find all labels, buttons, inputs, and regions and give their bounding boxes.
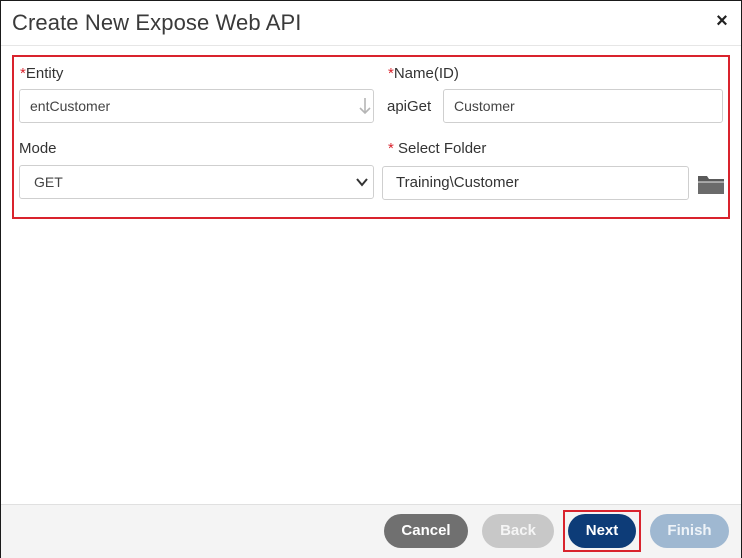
close-icon[interactable]: × xyxy=(713,10,731,32)
name-id-label-text: Name(ID) xyxy=(393,65,459,82)
entity-label: *Entity xyxy=(20,65,63,82)
title-divider xyxy=(1,45,741,46)
mode-label: Mode xyxy=(19,140,57,157)
name-id-label: *Name(ID) xyxy=(388,65,459,82)
arrow-down-icon[interactable] xyxy=(358,96,372,116)
folder-icon[interactable] xyxy=(697,172,725,196)
entity-value: entCustomer xyxy=(30,98,111,114)
entity-label-text: Entity xyxy=(25,65,64,82)
cancel-button[interactable]: Cancel xyxy=(384,514,468,548)
mode-select[interactable]: GET xyxy=(19,165,374,199)
name-id-value: Customer xyxy=(454,98,515,114)
create-expose-web-api-dialog: Create New Expose Web API × *Entity entC… xyxy=(0,0,742,558)
back-button[interactable]: Back xyxy=(482,514,554,548)
finish-button[interactable]: Finish xyxy=(650,514,729,548)
entity-field[interactable]: entCustomer xyxy=(19,89,374,123)
select-folder-value: Training\Customer xyxy=(396,174,519,191)
next-button[interactable]: Next xyxy=(568,514,636,548)
select-folder-label-text: Select Folder xyxy=(393,140,487,157)
name-id-field[interactable]: Customer xyxy=(443,89,723,123)
chevron-down-icon[interactable] xyxy=(355,175,369,189)
select-folder-label: * Select Folder xyxy=(388,140,486,157)
dialog-title: Create New Expose Web API xyxy=(12,10,302,35)
name-id-prefix: apiGet xyxy=(387,98,432,115)
mode-value: GET xyxy=(34,174,63,190)
select-folder-field[interactable]: Training\Customer xyxy=(382,166,689,200)
